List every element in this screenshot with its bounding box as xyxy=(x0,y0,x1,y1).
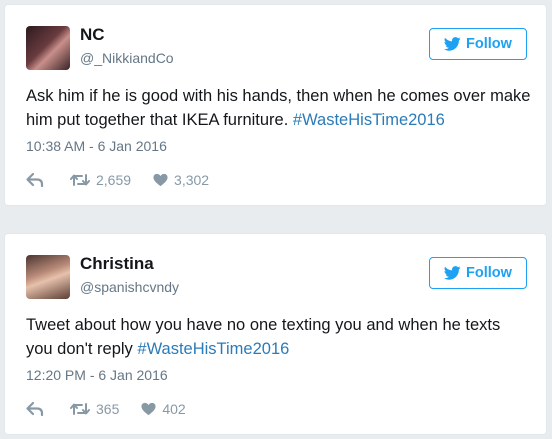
tweet-text: Tweet about how you have no one texting … xyxy=(26,313,531,361)
tweet-card: NC @_NikkiandCo Follow Ask him if he is … xyxy=(4,4,547,206)
like-count: 3,302 xyxy=(174,172,210,188)
tweet-actions: 2,659 3,302 xyxy=(26,170,209,190)
twitter-bird-icon xyxy=(444,266,461,280)
tweet-card: Christina @spanishcvndy Follow Tweet abo… xyxy=(4,233,547,435)
reply-icon xyxy=(26,402,44,416)
heart-icon xyxy=(141,402,156,416)
retweet-icon xyxy=(70,174,90,186)
retweet-count: 365 xyxy=(96,401,120,417)
retweet-button[interactable]: 2,659 xyxy=(70,172,131,188)
tweet-text-body: Ask him if he is good with his hands, th… xyxy=(26,87,531,129)
tweet-text: Ask him if he is good with his hands, th… xyxy=(26,84,531,132)
follow-button[interactable]: Follow xyxy=(429,257,527,289)
follow-button[interactable]: Follow xyxy=(429,28,527,60)
user-handle[interactable]: @spanishcvndy xyxy=(80,279,179,295)
reply-button[interactable] xyxy=(26,173,70,187)
hashtag-link[interactable]: #WasteHisTime2016 xyxy=(137,340,289,358)
tweet-actions: 365 402 xyxy=(26,399,186,419)
follow-label: Follow xyxy=(466,36,512,52)
like-button[interactable]: 402 xyxy=(141,401,186,417)
retweet-button[interactable]: 365 xyxy=(70,401,119,417)
retweet-icon xyxy=(70,403,90,415)
follow-label: Follow xyxy=(466,265,512,281)
display-name[interactable]: NC xyxy=(80,25,105,45)
retweet-count: 2,659 xyxy=(96,172,132,188)
like-count: 402 xyxy=(162,401,186,417)
user-handle[interactable]: @_NikkiandCo xyxy=(80,50,174,66)
twitter-bird-icon xyxy=(444,37,461,51)
avatar[interactable] xyxy=(26,26,70,70)
like-button[interactable]: 3,302 xyxy=(153,172,209,188)
timestamp[interactable]: 12:20 PM - 6 Jan 2016 xyxy=(26,367,168,383)
timestamp[interactable]: 10:38 AM - 6 Jan 2016 xyxy=(26,138,167,154)
reply-icon xyxy=(26,173,44,187)
heart-icon xyxy=(153,173,168,187)
avatar[interactable] xyxy=(26,255,70,299)
hashtag-link[interactable]: #WasteHisTime2016 xyxy=(293,111,445,129)
display-name[interactable]: Christina xyxy=(80,254,154,274)
reply-button[interactable] xyxy=(26,402,70,416)
